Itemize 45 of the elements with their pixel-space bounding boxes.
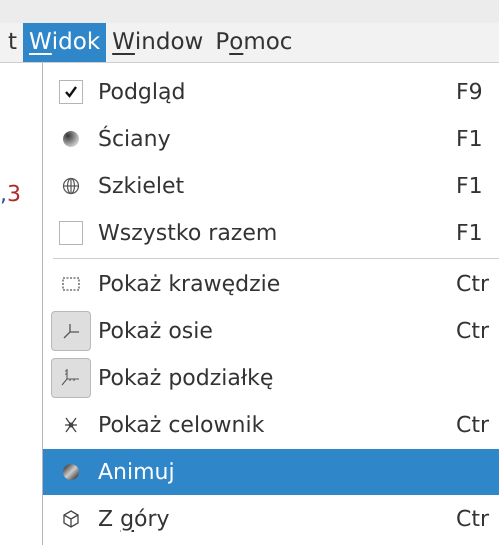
shortcut-text: F1 [456,220,483,248]
ball-icon [62,463,80,481]
menu-item[interactable]: Pokaż celownik Ctr [43,402,499,448]
menu-item[interactable]: Podgląd F9 [43,69,499,115]
menu-item[interactable]: Pokaż krawędzie Ctr [43,261,499,307]
cube-icon [62,510,80,528]
checkbox[interactable] [58,221,82,245]
check-icon [62,84,78,100]
dashed-frame-icon [62,277,80,291]
menu-item-label: Ściany [98,124,172,154]
globe-icon [62,177,80,195]
menu-item[interactable]: Pokaż podziałkę [43,355,499,401]
menu-item-label: Podgląd [98,78,186,106]
crosshair-icon [64,417,78,433]
toggle-frame[interactable] [50,358,90,398]
checked-checkbox[interactable] [58,80,82,104]
menu-item-label: Szkielet [98,172,186,200]
shortcut-text: Ctr [456,318,490,346]
sphere-icon [62,130,80,148]
shortcut-text: F1 [456,172,483,200]
shortcut-text: Ctr [456,412,490,440]
toggle-frame[interactable] [50,311,90,351]
menu-item-label: Z góry [98,506,171,534]
menu-bar-item[interactable]: Window [106,23,210,62]
code-text: , [0,181,7,209]
menu-bar-item[interactable]: t [2,23,24,62]
code-text: 3 [7,181,21,209]
menu-item[interactable]: Animuj [43,449,499,495]
shortcut-text: Ctr [456,270,490,298]
menu-item[interactable]: Szkielet F1 [43,163,499,209]
shortcut-text: F9 [456,78,483,106]
menu-bar-item[interactable]: Widok [23,23,106,62]
menu-bar-item[interactable]: Pomoc [209,23,298,62]
shortcut-text: F1 [456,126,483,154]
menu-item-label: Pokaż osie [98,318,214,346]
shortcut-text: Ctr [456,506,490,534]
menu-item[interactable]: Wszystko razem F1 [43,210,499,256]
menu-item[interactable]: Pokaż osie Ctr [43,308,499,354]
menu-item-label: Wszystko razem [98,220,278,248]
menu-item-label: Pokaż podziałkę [98,364,274,392]
menu-item-label: Animuj [98,458,176,486]
menu-item-label: Pokaż celownik [98,412,266,440]
menu-item-label: Pokaż krawędzie [98,270,282,298]
menu-item[interactable]: Z góry Ctr [43,496,499,542]
menu-item[interactable]: Ściany F1 [43,116,499,162]
